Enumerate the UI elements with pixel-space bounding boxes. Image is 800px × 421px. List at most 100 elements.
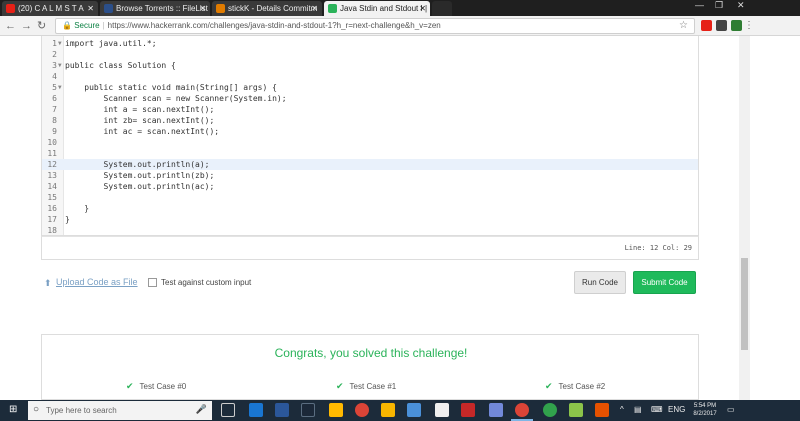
close-icon[interactable]: ✕ xyxy=(87,1,94,16)
close-icon[interactable]: ✕ xyxy=(199,1,206,16)
code-line[interactable]: 6 Scanner scan = new Scanner(System.in); xyxy=(42,93,698,104)
code-line[interactable]: 16 } xyxy=(42,203,698,214)
search-placeholder: Type here to search xyxy=(46,406,117,415)
youtube-extension-icon[interactable] xyxy=(701,20,712,31)
test-case-tab[interactable]: ✔ Test Case #0 xyxy=(126,381,186,392)
code-line[interactable]: 3 ▼ public class Solution { xyxy=(42,60,698,71)
restore-icon[interactable]: ❐ xyxy=(715,0,723,10)
upload-icon[interactable]: ⬆ xyxy=(44,278,54,288)
run-code-button[interactable]: Run Code xyxy=(574,271,626,294)
tab-stickk[interactable]: stickK - Details Commitm ✕ xyxy=(212,1,322,16)
code-line[interactable]: 2 xyxy=(42,49,698,60)
edge-icon[interactable] xyxy=(249,403,263,417)
line-number: 5 xyxy=(52,83,57,92)
menu-icon[interactable]: ⋮ xyxy=(744,19,754,33)
code-line[interactable]: 11 xyxy=(42,148,698,159)
address-bar[interactable]: 🔒 Secure | https://www.hackerrank.com/chal… xyxy=(55,18,695,34)
app-icon[interactable] xyxy=(461,403,475,417)
chrome-active-icon[interactable] xyxy=(515,403,529,417)
line-number: 14 xyxy=(47,182,57,191)
code-line[interactable]: 10 xyxy=(42,137,698,148)
scrollbar-thumb[interactable] xyxy=(741,258,748,350)
lock-icon: 🔒 xyxy=(62,21,72,30)
code-text: System.out.println(ac); xyxy=(65,182,215,191)
submit-code-button[interactable]: Submit Code xyxy=(633,271,696,294)
app-icon[interactable] xyxy=(595,403,609,417)
code-line[interactable]: 9 int ac = scan.nextInt(); xyxy=(42,126,698,137)
extension-icon[interactable] xyxy=(731,20,742,31)
app-icon[interactable] xyxy=(569,403,583,417)
line-number: 16 xyxy=(47,204,57,213)
code-text: int ac = scan.nextInt(); xyxy=(65,127,220,136)
test-case-tab[interactable]: ✔ Test Case #2 xyxy=(545,381,605,392)
code-line[interactable]: 17 } xyxy=(42,214,698,225)
word-icon[interactable] xyxy=(275,403,289,417)
window-close-icon[interactable]: ✕ xyxy=(737,0,745,10)
code-text: Scanner scan = new Scanner(System.in); xyxy=(65,94,287,103)
tab-label: Browse Torrents :: FileList xyxy=(116,4,208,13)
store-icon[interactable] xyxy=(435,403,449,417)
utorrent-icon[interactable] xyxy=(543,403,557,417)
keyboard-icon[interactable]: ⌨ xyxy=(651,405,663,414)
code-line[interactable]: 15 xyxy=(42,192,698,203)
system-clock[interactable]: 5:54 PM 8/2/2017 xyxy=(690,402,720,418)
line-number: 17 xyxy=(47,215,57,224)
code-line[interactable]: 4 xyxy=(42,71,698,82)
tab-hackerrank[interactable]: Java Stdin and Stdout I | ✕ xyxy=(324,1,430,16)
code-line[interactable]: 14 System.out.println(ac); xyxy=(42,181,698,192)
file-explorer-icon[interactable] xyxy=(329,403,343,417)
extension-icon[interactable] xyxy=(716,20,727,31)
minimize-icon[interactable]: — xyxy=(695,0,704,10)
task-view-icon[interactable] xyxy=(221,403,235,417)
line-number: 10 xyxy=(47,138,57,147)
forward-icon[interactable]: → xyxy=(21,19,32,33)
discord-icon[interactable] xyxy=(489,403,503,417)
close-icon[interactable]: ✕ xyxy=(311,1,318,16)
back-icon[interactable]: ← xyxy=(5,19,16,33)
code-line[interactable]: 18 xyxy=(42,225,698,236)
code-line[interactable]: 8 int zb= scan.nextInt(); xyxy=(42,115,698,126)
clock-date: 8/2/2017 xyxy=(693,411,717,417)
line-number: 15 xyxy=(47,193,57,202)
code-editor[interactable]: 1 ▼ import java.util.*; 2 3 ▼ public class… xyxy=(41,36,699,236)
windows-start-icon[interactable]: ⊞ xyxy=(9,405,19,415)
custom-input-label: Test against custom input xyxy=(161,278,252,287)
code-line-active[interactable]: 12 System.out.println(a); xyxy=(42,159,698,170)
new-tab-button[interactable] xyxy=(432,1,452,16)
app-icon[interactable] xyxy=(381,403,395,417)
line-number: 9 xyxy=(52,127,57,136)
fold-arrow-icon[interactable]: ▼ xyxy=(58,60,62,71)
code-line[interactable]: 13 System.out.println(zb); xyxy=(42,170,698,181)
notifications-icon[interactable]: ▭ xyxy=(727,405,735,414)
tray-chevron-icon[interactable]: ^ xyxy=(620,405,624,414)
network-icon[interactable]: ▤ xyxy=(634,405,642,414)
success-message: Congrats, you solved this challenge! xyxy=(274,346,468,360)
language-indicator[interactable]: ENG xyxy=(668,405,685,414)
code-line[interactable]: 7 int a = scan.nextInt(); xyxy=(42,104,698,115)
fold-arrow-icon[interactable]: ▼ xyxy=(58,82,62,93)
line-number: 8 xyxy=(52,116,57,125)
fold-arrow-icon[interactable]: ▼ xyxy=(58,38,62,49)
microphone-icon[interactable]: 🎤 xyxy=(196,404,207,415)
line-number: 2 xyxy=(52,50,57,59)
browser-toolbar: ← → ↻ 🔒 Secure | https://www.hackerrank.co… xyxy=(0,16,800,36)
tab-youtube[interactable]: (20) C A L M S T A ✕ xyxy=(2,1,98,16)
tab-filelist[interactable]: Browse Torrents :: FileList ✕ xyxy=(100,1,210,16)
custom-input-checkbox[interactable] xyxy=(148,278,157,287)
check-icon: ✔ xyxy=(336,381,344,391)
taskbar-search-box[interactable]: ○ Type here to search 🎤 xyxy=(28,401,212,420)
reload-icon[interactable]: ↻ xyxy=(37,19,46,33)
bookmark-star-icon[interactable]: ☆ xyxy=(679,19,688,33)
chrome-icon[interactable] xyxy=(355,403,369,417)
upload-code-link[interactable]: Upload Code as File xyxy=(56,277,138,287)
app-icon[interactable] xyxy=(407,403,421,417)
close-icon[interactable]: ✕ xyxy=(419,1,426,16)
tab-label: Java Stdin and Stdout I | xyxy=(340,4,428,13)
code-line[interactable]: 5 ▼ public static void main(String[] args… xyxy=(42,82,698,93)
steam-icon[interactable] xyxy=(301,403,315,417)
test-case-tab[interactable]: ✔ Test Case #1 xyxy=(336,381,396,392)
line-number: 7 xyxy=(52,105,57,114)
hackerrank-icon xyxy=(328,4,337,13)
line-number: 6 xyxy=(52,94,57,103)
code-line[interactable]: 1 ▼ import java.util.*; xyxy=(42,38,698,49)
